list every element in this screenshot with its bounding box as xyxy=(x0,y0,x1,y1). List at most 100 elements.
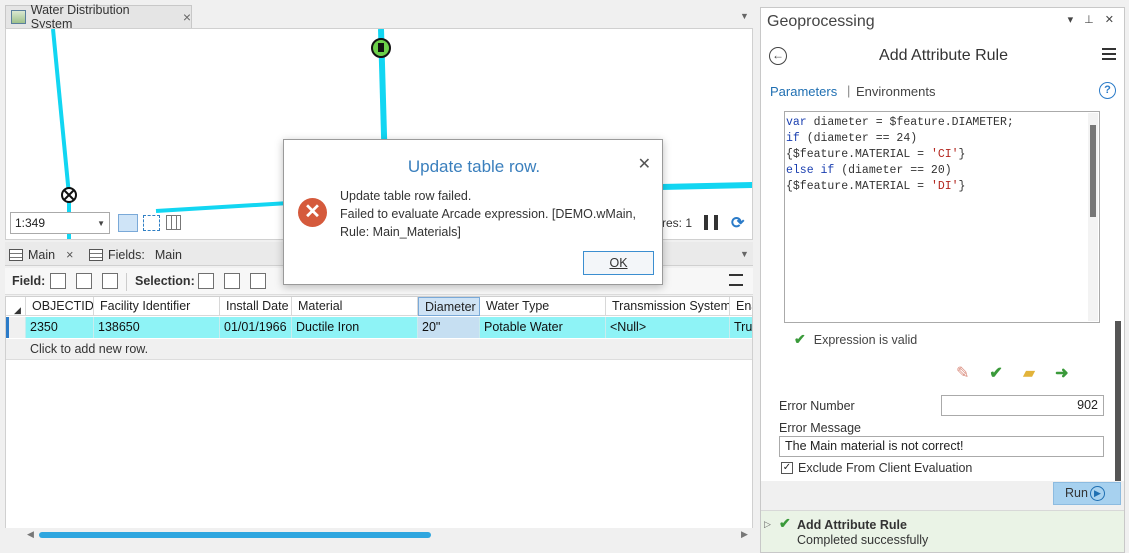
error-message-field[interactable]: The Main material is not correct! xyxy=(779,436,1104,457)
expression-editor[interactable]: var diameter = $feature.DIAMETER; if (dia… xyxy=(784,111,1100,323)
history-status: Completed successfully xyxy=(797,533,929,547)
row-header-corner[interactable]: ◢ xyxy=(6,297,26,316)
select-tool-icon[interactable] xyxy=(118,214,138,232)
calculate-field-icon[interactable] xyxy=(102,273,118,289)
scroll-right-icon[interactable]: ▶ xyxy=(741,529,748,540)
scroll-left-icon[interactable]: ◀ xyxy=(27,529,34,540)
select-by-rectangle-icon[interactable] xyxy=(143,215,160,231)
exclude-checkbox[interactable]: ✓ xyxy=(781,462,793,474)
validation-text: Expression is valid xyxy=(813,332,918,347)
column-header[interactable]: Water Type xyxy=(480,297,606,316)
editor-scrollbar[interactable] xyxy=(1088,113,1098,321)
pane-title: Geoprocessing xyxy=(767,13,875,30)
tab-parameters[interactable]: Parameters xyxy=(770,84,837,99)
table-menu-icon[interactable] xyxy=(729,274,743,286)
table-cell[interactable]: Ductile Iron xyxy=(292,317,418,338)
add-row-text: Click to add new row. xyxy=(30,342,149,356)
code-line: else if (diameter == 20) xyxy=(786,164,952,177)
error-icon: ✕ xyxy=(298,198,327,227)
fields-icon xyxy=(89,249,103,261)
add-row[interactable]: Click to add new row. xyxy=(6,339,752,360)
column-header[interactable]: Ena xyxy=(730,297,752,316)
column-header[interactable]: Material xyxy=(292,297,418,316)
expand-icon[interactable]: ▷ xyxy=(764,519,771,530)
verify-icon[interactable]: ✔ xyxy=(989,363,1002,383)
column-header[interactable]: Install Date xyxy=(220,297,292,316)
pause-icon[interactable] xyxy=(704,215,718,230)
column-header-selected[interactable]: Diameter xyxy=(418,297,480,316)
chevron-down-icon[interactable]: ▼ xyxy=(740,11,749,21)
refresh-icon[interactable]: ⟳ xyxy=(731,213,744,233)
ok-button[interactable]: OK xyxy=(583,251,654,275)
hydrant-icon[interactable] xyxy=(371,38,391,58)
horizontal-scrollbar[interactable]: ◀ ▶ xyxy=(5,528,753,540)
close-icon[interactable]: × xyxy=(66,248,73,262)
help-icon[interactable]: ? xyxy=(1099,82,1116,99)
chevron-down-icon: ▼ xyxy=(97,218,105,228)
export-arrow-icon[interactable]: ➜ xyxy=(1055,363,1068,383)
table-cell-active[interactable]: 20" xyxy=(418,317,480,338)
tab-fields-label: Fields: xyxy=(108,248,145,262)
column-header[interactable]: Facility Identifier xyxy=(94,297,220,316)
scale-value: 1:349 xyxy=(15,216,46,230)
water-main-line[interactable] xyxy=(660,182,753,190)
switch-selection-icon[interactable] xyxy=(250,273,266,289)
table-cell[interactable]: 01/01/1966 xyxy=(220,317,292,338)
code-line: {$feature.MATERIAL = 'CI'} xyxy=(786,148,966,161)
table-row[interactable]: 2350 138650 01/01/1966 Ductile Iron 20" … xyxy=(6,317,752,338)
tab-divider: | xyxy=(847,83,851,98)
table-header: ◢ OBJECTID Facility Identifier Install D… xyxy=(6,297,752,316)
history-item[interactable]: ▷ ✔ Add Attribute Rule Completed success… xyxy=(761,510,1124,552)
table-status-bar xyxy=(5,541,753,553)
error-number-label: Error Number xyxy=(779,399,855,413)
delete-field-icon[interactable] xyxy=(76,273,92,289)
table-cell[interactable]: True xyxy=(730,317,752,338)
toolbar-divider xyxy=(126,273,127,291)
code-line: {$feature.MATERIAL = 'DI'} xyxy=(786,180,966,193)
zoom-to-selection-icon[interactable] xyxy=(224,273,240,289)
dialog-message: Update table row failed. Failed to evalu… xyxy=(340,189,636,239)
play-icon: ▶ xyxy=(1090,486,1105,501)
column-header[interactable]: Transmission System xyxy=(606,297,730,316)
grid-icon[interactable] xyxy=(166,215,181,230)
tab-main[interactable]: Main × xyxy=(9,245,73,265)
add-field-icon[interactable] xyxy=(50,273,66,289)
map-tab-label: Water Distribution System xyxy=(30,3,130,31)
dialog-title: Update table row. xyxy=(407,157,541,176)
tab-environments[interactable]: Environments xyxy=(856,84,935,99)
code-line: var diameter = $feature.DIAMETER; xyxy=(786,116,1014,129)
pane-controls[interactable]: ▾ ⊥ ✕ xyxy=(1068,13,1118,26)
valve-icon[interactable] xyxy=(61,187,77,203)
select-by-attributes-icon[interactable] xyxy=(198,273,214,289)
pane-scrollbar[interactable] xyxy=(1115,321,1121,481)
map-tab[interactable]: Water Distribution System × xyxy=(5,3,192,31)
table-cell[interactable]: Potable Water xyxy=(480,317,606,338)
geoprocessing-pane: Geoprocessing ▾ ⊥ ✕ ← Add Attribute Rule… xyxy=(760,7,1125,553)
selected-features-count: res: 1 xyxy=(662,216,693,230)
folder-icon[interactable]: ▰ xyxy=(1023,363,1035,383)
scrollbar-thumb[interactable] xyxy=(39,532,431,538)
water-main-line[interactable] xyxy=(51,29,71,196)
tool-title: Add Attribute Rule xyxy=(879,47,1008,64)
row-selector[interactable] xyxy=(6,317,26,338)
column-header[interactable]: OBJECTID xyxy=(26,297,94,316)
code-line: if (diameter == 24) xyxy=(786,132,918,145)
tab-fields[interactable]: Fields: Main xyxy=(89,245,182,265)
check-icon: ✔ xyxy=(794,331,806,347)
table-cell[interactable]: <Null> xyxy=(606,317,730,338)
table-cell[interactable]: 2350 xyxy=(26,317,94,338)
attribute-table: ◢ OBJECTID Facility Identifier Install D… xyxy=(5,296,753,540)
chevron-down-icon[interactable]: ▼ xyxy=(740,249,749,259)
scrollbar-thumb[interactable] xyxy=(1090,125,1096,217)
close-icon[interactable]: ✕ xyxy=(638,154,651,174)
scale-dropdown[interactable]: 1:349 ▼ xyxy=(10,212,110,234)
success-icon: ✔ xyxy=(779,515,791,531)
run-button[interactable]: Run ▶ xyxy=(1053,482,1121,505)
close-icon[interactable]: × xyxy=(183,9,191,25)
error-number-field[interactable]: 902 xyxy=(941,395,1104,416)
menu-icon[interactable] xyxy=(1102,48,1116,60)
map-icon xyxy=(11,10,26,24)
validation-status: ✔ Expression is valid xyxy=(794,331,917,348)
table-cell[interactable]: 138650 xyxy=(94,317,220,338)
eraser-icon[interactable]: ✎ xyxy=(956,363,969,383)
